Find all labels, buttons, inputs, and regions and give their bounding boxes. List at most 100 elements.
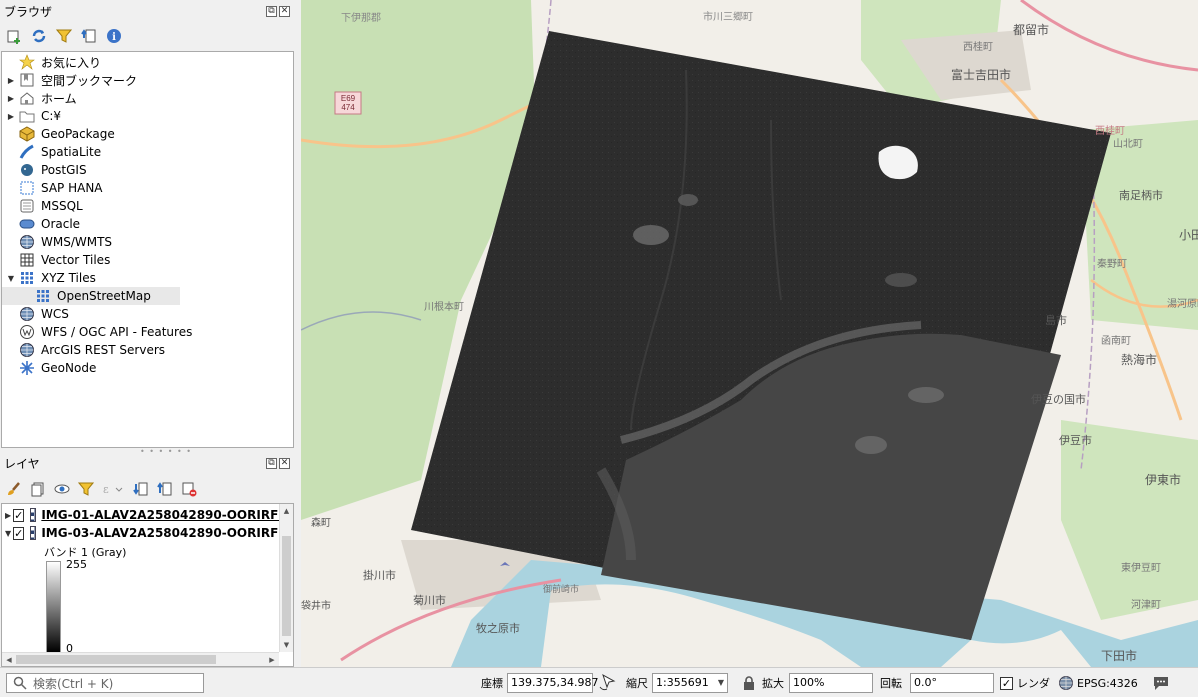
refresh-button[interactable] bbox=[29, 26, 48, 45]
browser-item-geonode[interactable]: GeoNode bbox=[2, 359, 293, 377]
left-dock: ブラウザ ⧉ ✕ i お気に入り ▶ 空間ブックマーク ▶ ホーム ▶ C:¥ Ge bbox=[0, 0, 300, 667]
collapse-all-layers-button[interactable] bbox=[155, 479, 174, 498]
map-label: 川根本町 bbox=[424, 300, 464, 313]
locator-search-input[interactable]: 検索(Ctrl + K) bbox=[6, 673, 204, 693]
browser-item-[interactable]: ▶ ホーム bbox=[2, 89, 293, 107]
refresh-icon bbox=[32, 29, 45, 42]
globe-icon bbox=[19, 234, 35, 250]
expression-icon: ε bbox=[103, 483, 123, 496]
expand-all-button[interactable] bbox=[131, 479, 150, 498]
collapse-all-button[interactable] bbox=[79, 26, 98, 45]
magnify-field[interactable]: 100% bbox=[789, 673, 873, 693]
browser-panel-title: ブラウザ ⧉ ✕ bbox=[0, 2, 296, 22]
browser-item-label: OpenStreetMap bbox=[57, 289, 151, 303]
layer-name[interactable]: IMG-01-ALAV2A258042890-OORIRFU- bbox=[41, 508, 293, 522]
horizontal-scrollbar[interactable]: ◀ ▶ bbox=[2, 652, 279, 666]
chevron-down-icon: ▼ bbox=[717, 678, 724, 687]
layer-visibility-checkbox[interactable]: ✓ bbox=[13, 508, 25, 522]
float-panel-button[interactable]: ⧉ bbox=[266, 6, 277, 17]
expression-filter-button[interactable]: ε bbox=[100, 479, 126, 498]
expand-arrow[interactable]: ▼ bbox=[5, 274, 17, 283]
info-icon: i bbox=[106, 28, 121, 43]
collapse-icon bbox=[156, 481, 171, 495]
browser-item-wfs-ogc-api-features[interactable]: WFS / OGC API - Features bbox=[2, 323, 293, 341]
vertical-scrollbar[interactable]: ▲ ▼ bbox=[279, 504, 293, 652]
remove-layer-button[interactable] bbox=[179, 479, 198, 498]
expand-arrow[interactable]: ▶ bbox=[5, 112, 17, 121]
add-group-button[interactable] bbox=[28, 479, 47, 498]
browser-item-c[interactable]: ▶ C:¥ bbox=[2, 107, 293, 125]
browser-item-geopackage[interactable]: GeoPackage bbox=[2, 125, 293, 143]
home-icon bbox=[19, 90, 35, 106]
browser-item-label: ホーム bbox=[41, 91, 77, 106]
mouse-pointer-icon[interactable] bbox=[597, 673, 617, 693]
expand-arrow[interactable]: ▶ bbox=[5, 76, 17, 85]
coordinate-field[interactable]: 139.375,34.987 bbox=[507, 673, 598, 693]
browser-title: ブラウザ bbox=[4, 5, 53, 19]
render-checkbox[interactable]: ✓ bbox=[1000, 676, 1013, 690]
tiles-icon bbox=[35, 288, 51, 304]
coordinate-group: 座標 139.375,34.987 bbox=[481, 673, 617, 693]
layer-row[interactable]: ▼ ✓ IMG-03-ALAV2A258042890-OORIRFU- bbox=[2, 524, 293, 542]
layer-visibility-checkbox[interactable]: ✓ bbox=[13, 526, 25, 540]
add-selected-layers-button[interactable] bbox=[4, 26, 23, 45]
lock-icon[interactable] bbox=[742, 675, 756, 691]
browser-item-wms-wmts[interactable]: WMS/WMTS bbox=[2, 233, 293, 251]
browser-item-arcgis-rest-servers[interactable]: ArcGIS REST Servers bbox=[2, 341, 293, 359]
scale-group: 縮尺 1:355691 ▼ bbox=[626, 673, 728, 693]
map-label: 島市 bbox=[1045, 313, 1067, 327]
scale-combobox[interactable]: 1:355691 ▼ bbox=[652, 673, 728, 693]
browser-item-label: SAP HANA bbox=[41, 181, 103, 195]
browser-item-oracle[interactable]: Oracle bbox=[2, 215, 293, 233]
browser-item-vector-tiles[interactable]: Vector Tiles bbox=[2, 251, 293, 269]
layer-name[interactable]: IMG-03-ALAV2A258042890-OORIRFU- bbox=[41, 526, 293, 540]
map-canvas[interactable]: E69 474 下伊那郡 市川三郷町 都留市 西桂町 富士吉田市 西桂町 山北町… bbox=[301, 0, 1198, 667]
browser-item-sap-hana[interactable]: SAP HANA bbox=[2, 179, 293, 197]
close-panel-button[interactable]: ✕ bbox=[279, 6, 290, 17]
close-panel-button[interactable]: ✕ bbox=[279, 458, 290, 469]
map-label: 下田市 bbox=[1101, 648, 1137, 663]
browser-item-mssql[interactable]: MSSQL bbox=[2, 197, 293, 215]
search-icon bbox=[13, 676, 27, 690]
filter-icon bbox=[77, 482, 94, 496]
browser-item-label: XYZ Tiles bbox=[41, 271, 96, 285]
rotation-label: 回転 bbox=[880, 677, 902, 690]
layer-row[interactable]: ▶ ✓ IMG-01-ALAV2A258042890-OORIRFU- bbox=[2, 506, 293, 524]
float-panel-button[interactable]: ⧉ bbox=[266, 458, 277, 469]
info-button[interactable]: i bbox=[104, 26, 123, 45]
browser-item-[interactable]: ▶ 空間ブックマーク bbox=[2, 71, 293, 89]
browser-item-postgis[interactable]: PostGIS bbox=[2, 161, 293, 179]
browser-item-spatialite[interactable]: SpatiaLite bbox=[2, 143, 293, 161]
eye-icon bbox=[54, 484, 69, 493]
search-placeholder: 検索(Ctrl + K) bbox=[33, 676, 114, 691]
expand-arrow[interactable]: ▶ bbox=[5, 511, 11, 520]
expand-arrow[interactable]: ▼ bbox=[5, 529, 11, 538]
browser-item-wcs[interactable]: WCS bbox=[2, 305, 293, 323]
browser-item-[interactable]: お気に入り bbox=[2, 53, 293, 71]
map-label: 伊豆市 bbox=[1059, 433, 1092, 447]
raster-cloud bbox=[855, 436, 887, 454]
coordinate-label: 座標 bbox=[481, 677, 503, 690]
visibility-button[interactable] bbox=[52, 479, 71, 498]
raster-cloud bbox=[908, 387, 944, 403]
status-bar: 検索(Ctrl + K) 座標 139.375,34.987 縮尺 1:3556… bbox=[0, 667, 1198, 697]
map-label: 下伊那郡 bbox=[341, 12, 381, 24]
layers-panel-title: レイヤ ⧉ ✕ bbox=[0, 454, 296, 474]
rotation-field[interactable]: 0.0° bbox=[910, 673, 994, 693]
render-group: ✓ レンダ bbox=[1000, 673, 1050, 693]
map-label: 市川三郷町 bbox=[703, 10, 753, 23]
magnify-label: 拡大 bbox=[762, 677, 784, 690]
expand-arrow[interactable]: ▶ bbox=[5, 94, 17, 103]
filter-legend-button[interactable] bbox=[76, 479, 95, 498]
add-group-icon bbox=[31, 482, 43, 496]
style-button[interactable] bbox=[4, 479, 23, 498]
map-svg[interactable]: E69 474 下伊那郡 市川三郷町 都留市 西桂町 富士吉田市 西桂町 山北町… bbox=[301, 0, 1198, 667]
messages-button[interactable] bbox=[1152, 673, 1170, 693]
filter-button[interactable] bbox=[54, 26, 73, 45]
browser-item-openstreetmap[interactable]: OpenStreetMap bbox=[2, 287, 180, 305]
raster-layer-icon bbox=[30, 508, 37, 522]
browser-item-xyz-tiles[interactable]: ▼ XYZ Tiles bbox=[2, 269, 293, 287]
map-label: 御前崎市 bbox=[543, 583, 579, 594]
browser-item-label: 空間ブックマーク bbox=[41, 73, 138, 88]
crs-button[interactable]: EPSG:4326 bbox=[1058, 673, 1138, 693]
